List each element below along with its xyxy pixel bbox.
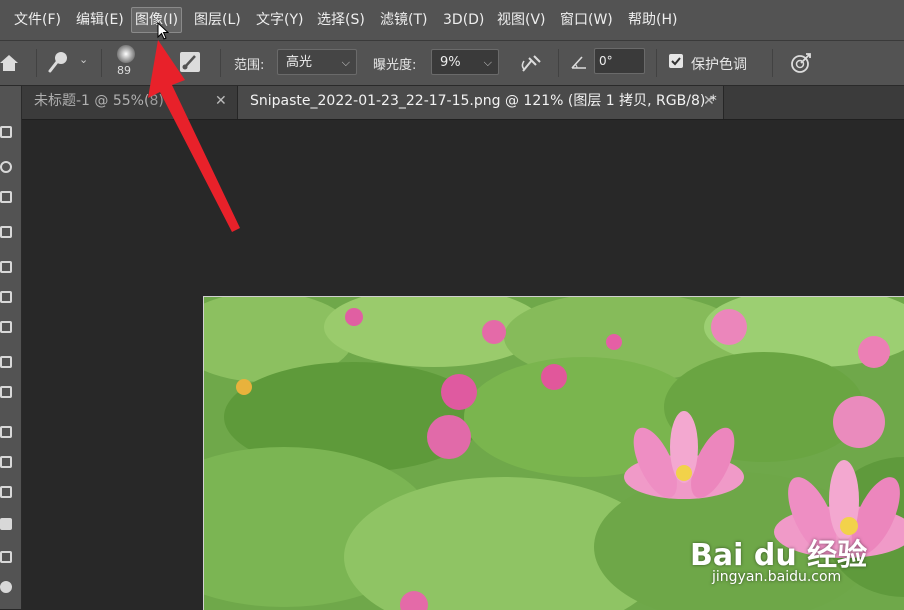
mouse-cursor-icon	[157, 22, 170, 40]
separator	[36, 49, 37, 77]
close-icon[interactable]: ✕	[215, 86, 227, 116]
separator	[558, 49, 559, 77]
tab-label: Snipaste_2022-01-23_22-17-15.png @ 121% …	[250, 93, 717, 109]
range-value: 高光	[286, 55, 313, 70]
airbrush-icon[interactable]	[520, 52, 544, 74]
protect-tones-label: 保护色调	[691, 57, 747, 73]
menu-file[interactable]: 文件(F)	[11, 8, 64, 32]
exposure-field[interactable]: 9% ⌵	[431, 49, 499, 75]
tools-panel	[0, 86, 22, 609]
brush-size-label: 89	[117, 64, 131, 77]
angle-input[interactable]: 0°	[594, 48, 645, 74]
move-tool-icon[interactable]	[0, 126, 14, 138]
menu-bar: 文件(F) 编辑(E) 图像(I) 图层(L) 文字(Y) 选择(S) 滤镜(T…	[0, 0, 904, 41]
menu-help[interactable]: 帮助(H)	[625, 8, 680, 32]
pressure-target-icon[interactable]	[789, 51, 813, 75]
exposure-value: 9%	[440, 55, 461, 70]
chevron-down-icon: ⌵	[483, 56, 492, 69]
crop-tool-icon[interactable]	[0, 191, 14, 203]
tab-snipaste[interactable]: Snipaste_2022-01-23_22-17-15.png @ 121% …	[238, 86, 724, 119]
range-label: 范围:	[234, 58, 265, 73]
eyedropper-tool-icon[interactable]	[0, 226, 14, 238]
menu-select[interactable]: 选择(S)	[314, 8, 368, 32]
menu-layer[interactable]: 图层(L)	[191, 8, 244, 32]
brush-tool-icon[interactable]	[0, 291, 14, 303]
options-bar: ⌄ 89 范围: 高光 ⌵ 曝光度: 9% ⌵ 0° 保护色调	[0, 41, 904, 86]
tool-preset-chevron-icon[interactable]: ⌄	[79, 53, 88, 66]
menu-view[interactable]: 视图(V)	[494, 8, 549, 32]
hand-tool-icon[interactable]	[0, 551, 14, 563]
color-swatch-icon[interactable]	[0, 581, 14, 593]
home-icon[interactable]	[0, 54, 18, 72]
separator	[656, 49, 657, 77]
pen-tool-icon[interactable]	[0, 486, 14, 498]
brush-preview-icon[interactable]	[116, 44, 136, 64]
watermark-brand: Bai du 经验	[690, 538, 868, 573]
lasso-tool-icon[interactable]	[0, 161, 14, 173]
tab-label: 未标题-1 @ 55%(	[34, 93, 150, 109]
history-brush-tool-icon[interactable]	[0, 356, 14, 368]
angle-icon	[571, 56, 586, 69]
tab-label-tail: 8) *	[149, 93, 176, 109]
menu-window[interactable]: 窗口(W)	[557, 8, 616, 32]
watermark-url: jingyan.baidu.com	[712, 569, 842, 585]
exposure-label: 曝光度:	[373, 58, 417, 73]
menu-edit[interactable]: 编辑(E)	[73, 8, 127, 32]
close-icon[interactable]: ✕	[703, 86, 715, 116]
gradient-tool-icon[interactable]	[0, 426, 14, 438]
document-tabs: 未标题-1 @ 55%(8) * ✕ Snipaste_2022-01-23_2…	[22, 86, 904, 120]
menu-filter[interactable]: 滤镜(T)	[377, 8, 430, 32]
healing-tool-icon[interactable]	[0, 261, 14, 273]
stamp-tool-icon[interactable]	[0, 321, 14, 333]
protect-tones-checkbox[interactable]	[668, 53, 684, 69]
chevron-down-icon: ⌵	[341, 56, 350, 69]
tab-untitled[interactable]: 未标题-1 @ 55%(8) * ✕	[22, 86, 238, 119]
eraser-tool-icon[interactable]	[0, 386, 14, 398]
shape-tool-icon[interactable]	[0, 518, 14, 530]
separator	[101, 49, 102, 77]
brush-panel-icon[interactable]	[179, 51, 201, 73]
separator	[220, 49, 221, 77]
menu-3d[interactable]: 3D(D)	[440, 8, 487, 32]
separator	[772, 49, 773, 77]
menu-type[interactable]: 文字(Y)	[253, 8, 306, 32]
blur-tool-icon[interactable]	[0, 456, 14, 468]
range-dropdown[interactable]: 高光 ⌵	[277, 49, 357, 75]
burn-tool-icon[interactable]	[48, 50, 70, 76]
